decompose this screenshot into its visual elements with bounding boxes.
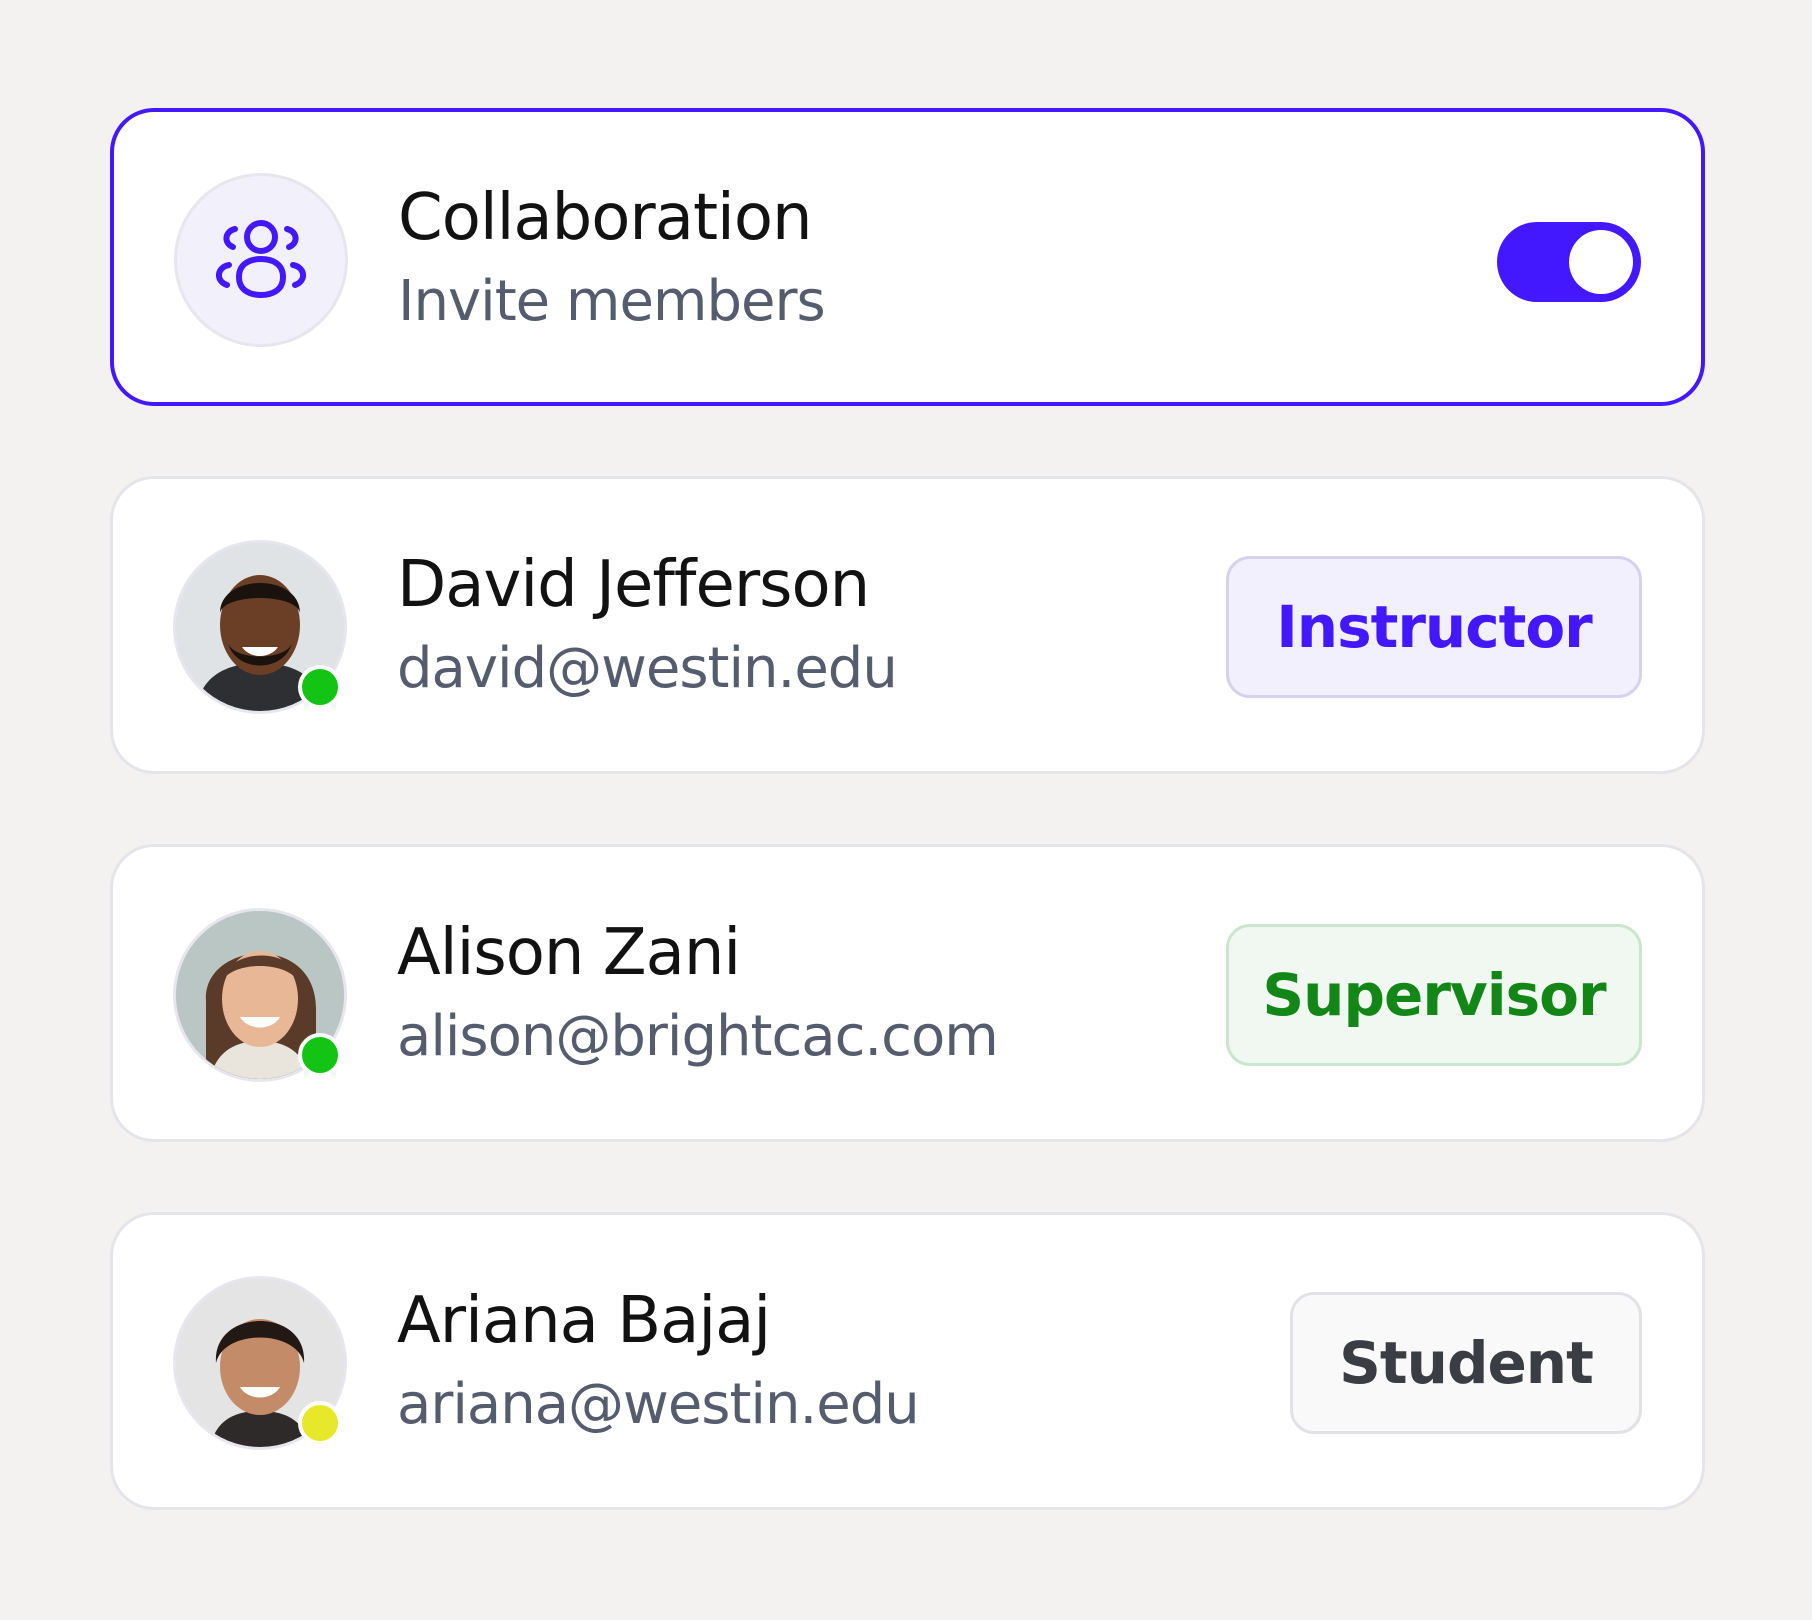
role-badge-student[interactable]: Student bbox=[1290, 1292, 1642, 1434]
collaboration-icon-circle bbox=[174, 173, 348, 347]
collaboration-subtitle: Invite members bbox=[398, 269, 826, 334]
member-card-ariana[interactable]: Ariana Bajaj ariana@westin.edu Student bbox=[110, 1212, 1705, 1510]
avatar-ariana bbox=[173, 1276, 347, 1450]
member-name: Alison Zani bbox=[397, 916, 741, 990]
collaboration-title: Collaboration bbox=[398, 181, 813, 255]
role-badge-supervisor[interactable]: Supervisor bbox=[1226, 924, 1642, 1066]
status-online-dot bbox=[298, 1033, 342, 1077]
member-card-david[interactable]: David Jefferson david@westin.edu Instruc… bbox=[110, 476, 1705, 774]
member-email: david@westin.edu bbox=[397, 636, 898, 701]
role-badge-instructor[interactable]: Instructor bbox=[1226, 556, 1642, 698]
collaboration-card: Collaboration Invite members bbox=[110, 108, 1705, 406]
member-card-alison[interactable]: Alison Zani alison@brightcac.com Supervi… bbox=[110, 844, 1705, 1142]
avatar-alison bbox=[173, 908, 347, 1082]
member-email: alison@brightcac.com bbox=[397, 1004, 999, 1069]
toggle-knob bbox=[1569, 230, 1633, 294]
member-name: Ariana Bajaj bbox=[397, 1284, 771, 1358]
users-icon bbox=[216, 220, 306, 298]
status-away-dot bbox=[298, 1401, 342, 1445]
member-name: David Jefferson bbox=[397, 548, 870, 622]
collaboration-toggle[interactable] bbox=[1497, 222, 1641, 302]
avatar-david bbox=[173, 540, 347, 714]
member-email: ariana@westin.edu bbox=[397, 1372, 920, 1437]
status-online-dot bbox=[298, 665, 342, 709]
